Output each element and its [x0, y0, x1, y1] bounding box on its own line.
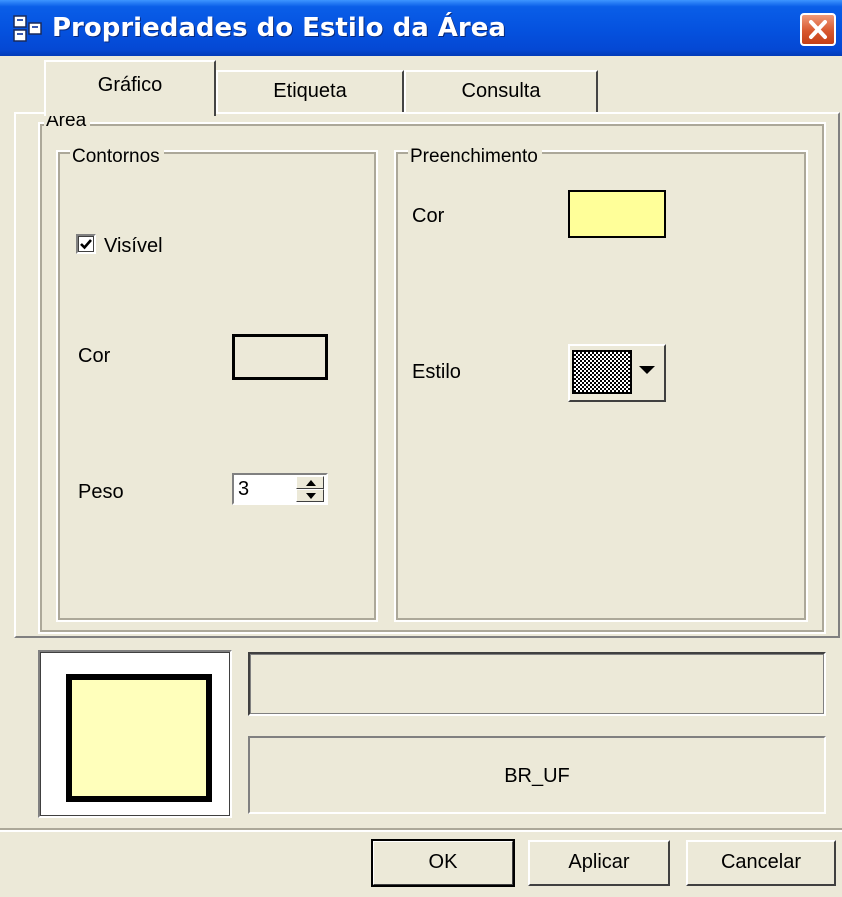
outlines-group-label: Contornos — [70, 146, 164, 168]
weight-increment-button[interactable] — [296, 476, 324, 489]
arrow-up-icon — [306, 480, 316, 486]
visible-checkbox[interactable] — [76, 234, 96, 254]
layer-name: BR_UF — [504, 765, 570, 787]
chevron-down-icon — [639, 366, 655, 374]
title-bar[interactable]: Propriedades do Estilo da Área — [0, 0, 842, 56]
properties-grid-icon — [13, 15, 42, 42]
ok-button[interactable]: OK — [371, 839, 515, 887]
outline-color-picker[interactable] — [232, 334, 328, 380]
tab-grafico[interactable]: Gráfico — [44, 60, 216, 116]
style-properties-dialog: Propriedades do Estilo da Área Gráfico E… — [0, 0, 842, 897]
apply-button[interactable]: Aplicar — [528, 840, 670, 886]
weight-decrement-button[interactable] — [296, 489, 324, 502]
close-button[interactable] — [800, 13, 836, 46]
tab-etiqueta[interactable]: Etiqueta — [216, 70, 404, 114]
arrow-down-icon — [306, 493, 316, 499]
outlines-group — [56, 150, 378, 622]
fill-color-picker[interactable] — [568, 190, 666, 238]
checkmark-icon — [80, 239, 92, 250]
fill-color-label: Cor — [412, 205, 445, 227]
visible-label[interactable]: Visível — [104, 234, 163, 258]
fill-style-label: Estilo — [412, 361, 461, 383]
footer-separator — [0, 828, 842, 832]
dialog-title: Propriedades do Estilo da Área — [52, 13, 506, 43]
weight-stepper[interactable]: 3 — [232, 473, 328, 505]
description-box — [248, 652, 826, 716]
weight-value[interactable]: 3 — [238, 477, 249, 501]
style-preview-shape — [66, 674, 212, 802]
weight-label: Peso — [78, 481, 124, 503]
tab-consulta[interactable]: Consulta — [404, 70, 598, 114]
fill-group-label: Preenchimento — [408, 146, 542, 168]
layer-name-box: BR_UF — [248, 736, 826, 814]
outline-color-label: Cor — [78, 345, 111, 367]
style-preview — [38, 650, 232, 818]
close-icon — [809, 20, 827, 39]
fill-style-dropdown[interactable] — [568, 344, 666, 402]
fill-pattern-swatch — [572, 350, 632, 394]
cancel-button[interactable]: Cancelar — [686, 840, 836, 886]
